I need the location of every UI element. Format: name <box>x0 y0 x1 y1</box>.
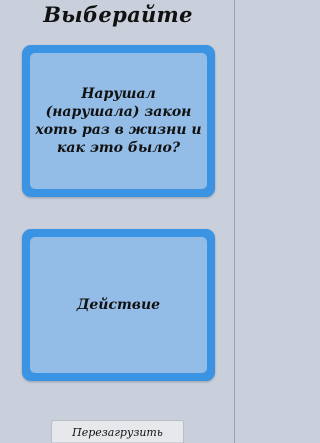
truth-card-text: Нарушал (нарушала) закон хоть раз в жизн… <box>35 86 202 156</box>
page-title: Выберайте <box>43 2 193 27</box>
dare-card-text: Действие <box>76 297 161 313</box>
reload-button[interactable]: Перезагрузить <box>51 420 184 443</box>
dare-card-face: Действие <box>30 237 207 373</box>
truth-card[interactable]: Нарушал (нарушала) закон хоть раз в жизн… <box>22 45 215 197</box>
dare-card[interactable]: Действие <box>22 229 215 381</box>
truth-card-face: Нарушал (нарушала) закон хоть раз в жизн… <box>30 53 207 189</box>
